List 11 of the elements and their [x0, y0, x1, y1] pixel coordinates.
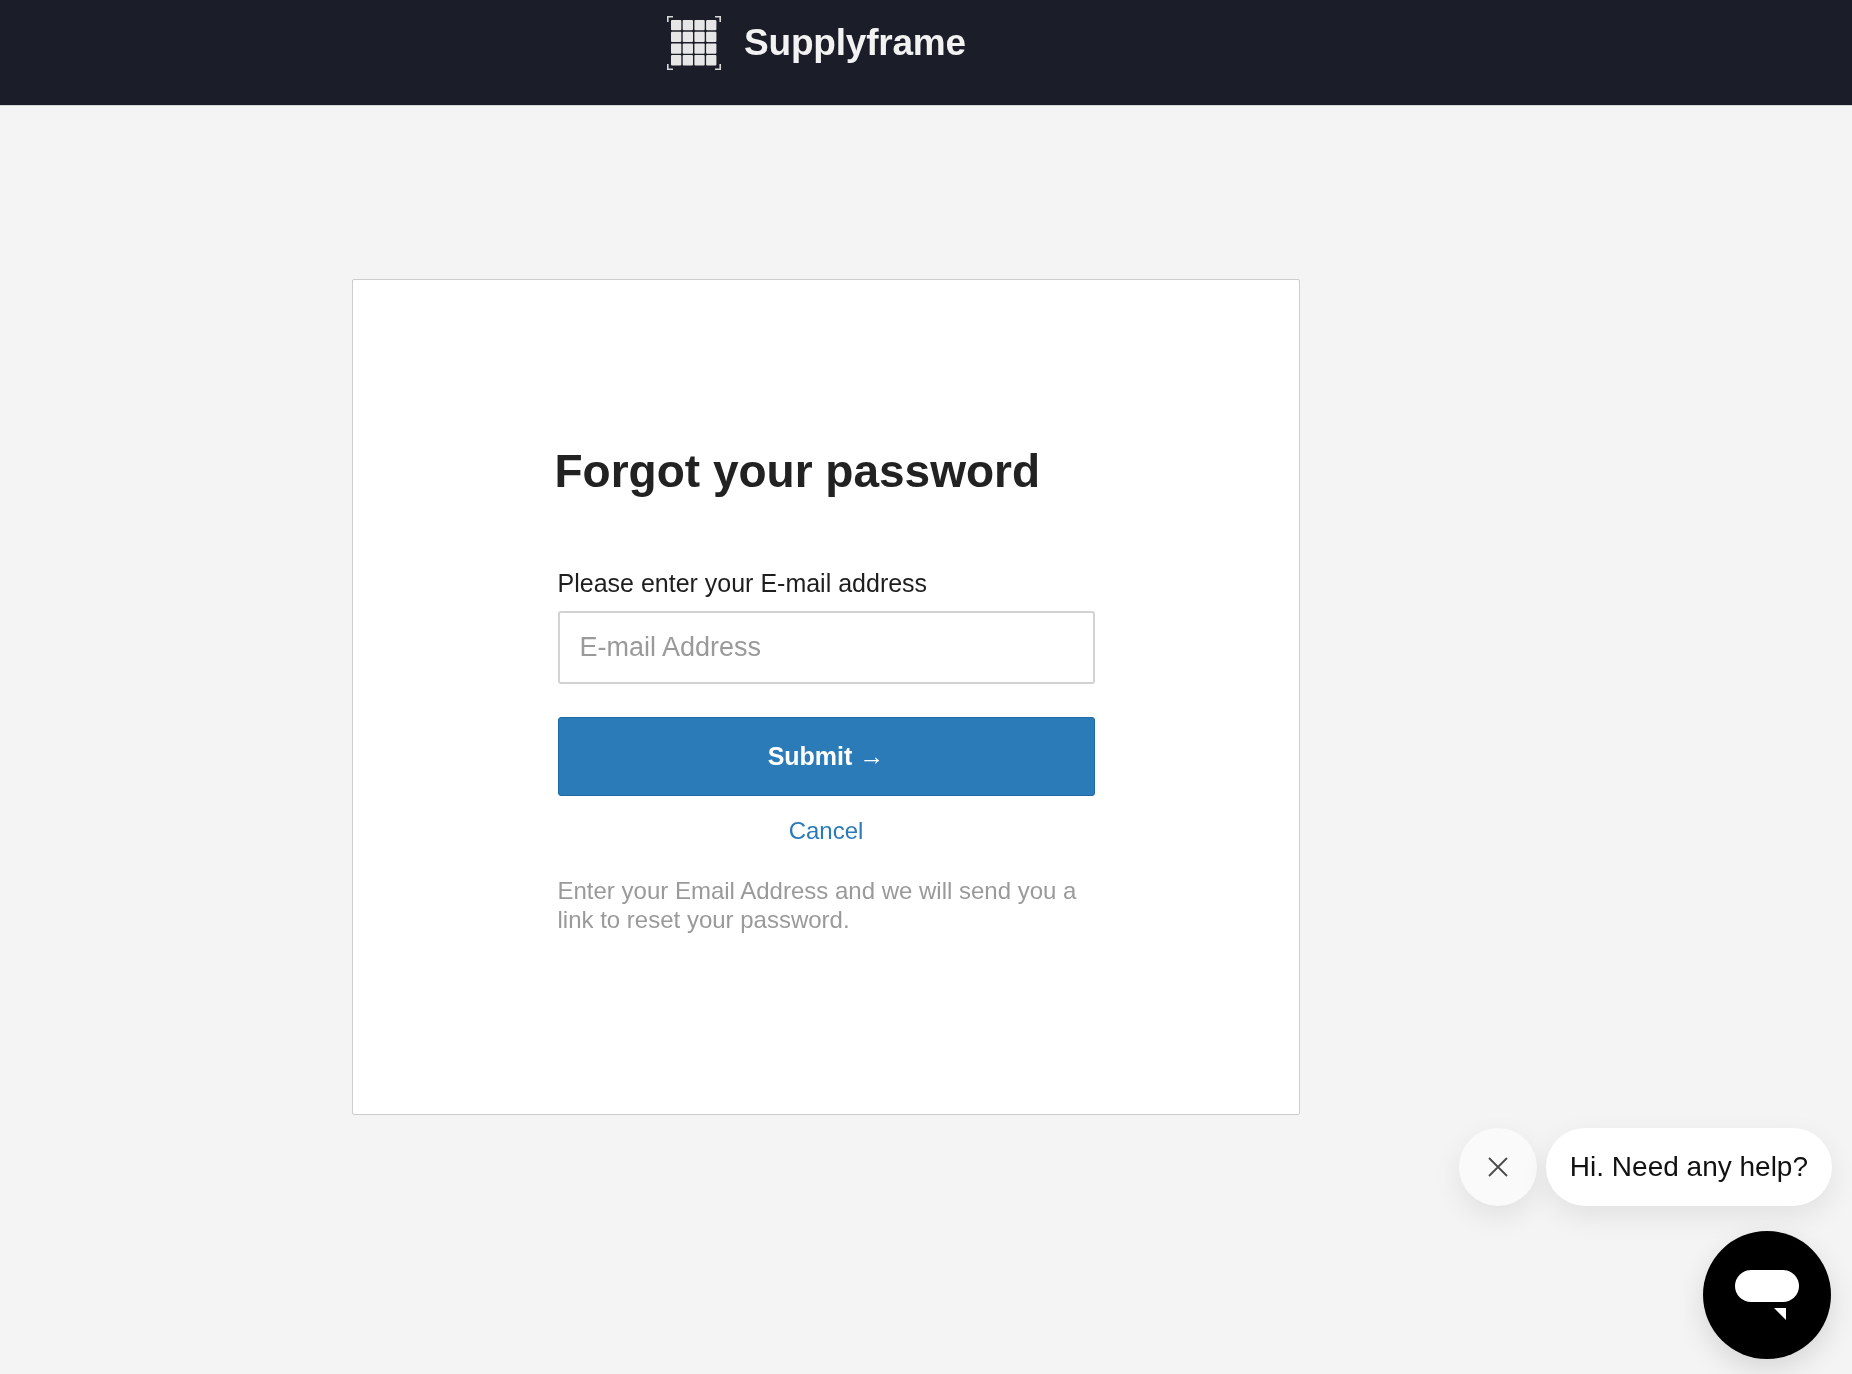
- chat-bubble-icon: [1735, 1270, 1799, 1320]
- help-text: Enter your Email Address and we will send you a link to reset your password.: [557, 876, 1078, 934]
- cancel-link[interactable]: Cancel: [788, 817, 864, 845]
- email-label: Please enter your E-mail address: [557, 568, 929, 598]
- close-icon: [1487, 1157, 1508, 1177]
- grid-logo-icon: [667, 15, 721, 70]
- brand-name: Supplyframe: [744, 24, 966, 61]
- chat-greeting-bubble[interactable]: Hi. Need any help?: [1545, 1128, 1832, 1206]
- page-title: Forgot your password: [554, 445, 1042, 497]
- email-input[interactable]: E-mail Address: [557, 611, 1095, 684]
- submit-button[interactable]: Submit →: [557, 717, 1095, 796]
